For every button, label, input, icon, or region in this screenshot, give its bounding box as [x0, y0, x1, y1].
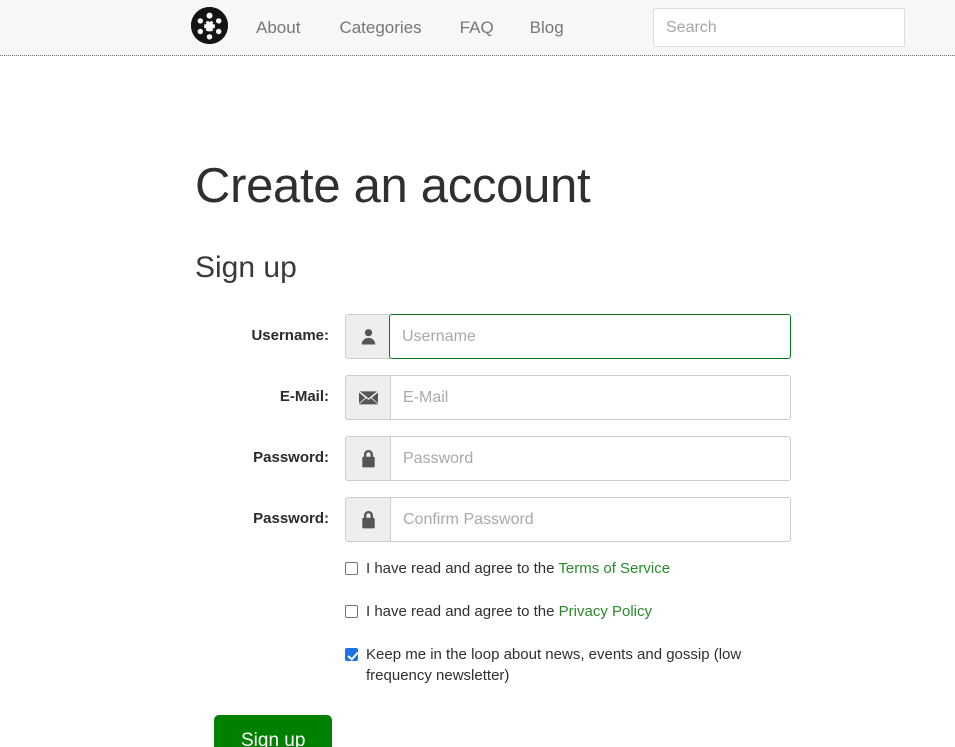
privacy-policy-link[interactable]: Privacy Policy — [559, 603, 652, 620]
lock-icon — [345, 497, 390, 542]
checkbox-row-newsletter: Keep me in the loop about news, events a… — [345, 644, 775, 686]
username-input[interactable] — [389, 314, 791, 359]
form-row-username: Username: — [0, 314, 955, 359]
submit-row: Sign up — [214, 715, 955, 747]
email-input[interactable] — [390, 375, 791, 420]
form-row-password: Password: — [0, 436, 955, 481]
input-group-password — [345, 436, 791, 481]
password-input[interactable] — [390, 436, 791, 481]
nav-item-faq: FAQ — [460, 0, 530, 56]
signup-form: Username: E-Mail: — [0, 314, 955, 747]
label-username: Username: — [251, 327, 329, 344]
label-confirm-password: Password: — [253, 510, 329, 527]
nav-link-about[interactable]: About — [256, 0, 339, 56]
confirm-password-input[interactable] — [390, 497, 791, 542]
sign-up-button[interactable]: Sign up — [214, 715, 333, 747]
checkbox-row-privacy: I have read and agree to the Privacy Pol… — [345, 601, 775, 622]
form-row-confirm-password: Password: — [0, 497, 955, 542]
section-title: Sign up — [195, 251, 297, 284]
lock-icon — [345, 436, 390, 481]
main-navigation: About Categories FAQ Blog — [256, 0, 589, 56]
terms-checkbox[interactable] — [345, 562, 358, 575]
privacy-checkbox[interactable] — [345, 605, 358, 618]
nav-item-about: About — [256, 0, 339, 56]
nav-link-blog[interactable]: Blog — [530, 0, 589, 56]
envelope-icon — [345, 375, 390, 420]
checkbox-row-terms: I have read and agree to the Terms of Se… — [345, 558, 775, 579]
agreement-checkbox-group: I have read and agree to the Terms of Se… — [0, 558, 955, 686]
nav-item-blog: Blog — [530, 0, 589, 56]
site-header: About Categories FAQ Blog — [0, 0, 955, 56]
input-group-confirm-password — [345, 497, 791, 542]
input-group-email — [345, 375, 791, 420]
search-input[interactable] — [653, 8, 905, 47]
terms-label-text: I have read and agree to the — [366, 560, 559, 577]
form-row-email: E-Mail: — [0, 375, 955, 420]
terms-of-service-link[interactable]: Terms of Service — [558, 560, 670, 577]
nav-link-faq[interactable]: FAQ — [460, 0, 530, 56]
label-email: E-Mail: — [279, 388, 329, 405]
terms-label[interactable]: I have read and agree to the Terms of Se… — [366, 558, 670, 579]
nav-link-categories[interactable]: Categories — [339, 0, 459, 56]
label-password: Password: — [253, 449, 329, 466]
newsletter-checkbox[interactable] — [345, 648, 358, 661]
input-group-username — [345, 314, 791, 359]
page-title: Create an account — [195, 159, 591, 213]
user-icon — [345, 314, 390, 359]
circle-of-friends-logo-icon[interactable] — [191, 7, 228, 44]
privacy-label-text: I have read and agree to the — [366, 603, 559, 620]
newsletter-label[interactable]: Keep me in the loop about news, events a… — [366, 644, 775, 686]
privacy-label[interactable]: I have read and agree to the Privacy Pol… — [366, 601, 652, 622]
nav-item-categories: Categories — [339, 0, 459, 56]
